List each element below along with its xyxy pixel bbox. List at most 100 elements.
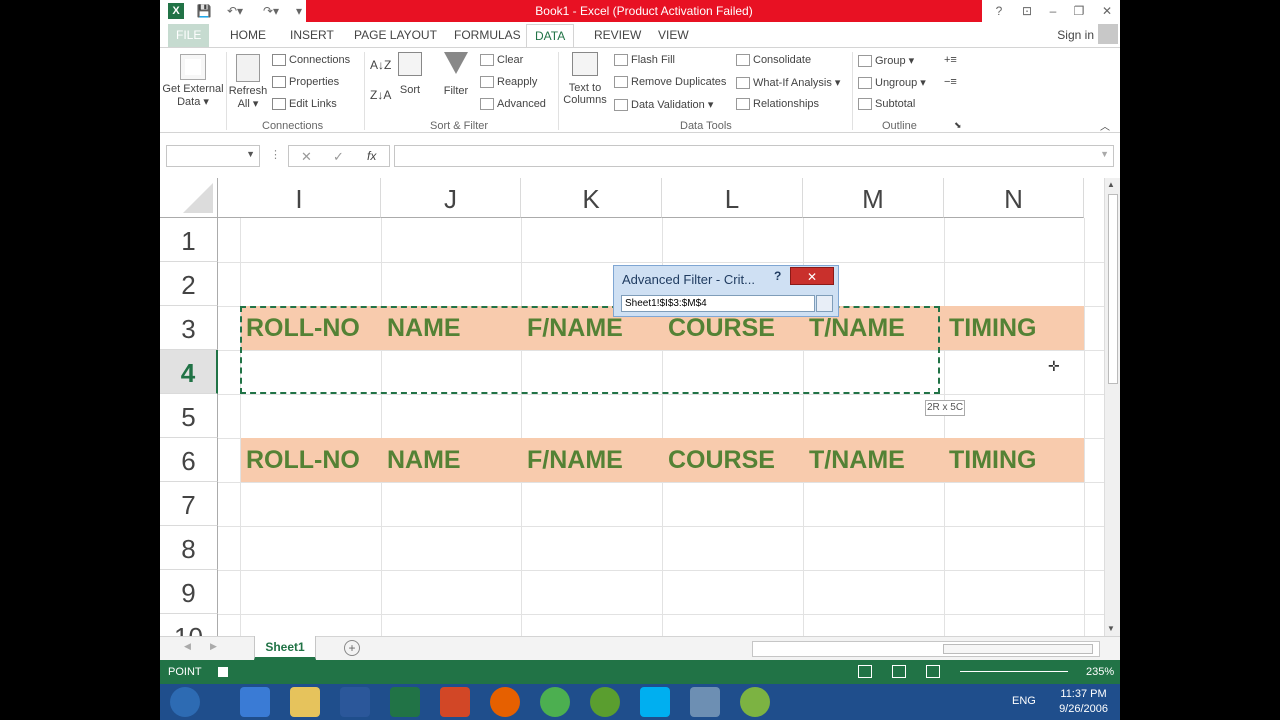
language-indicator[interactable]: ENG <box>1012 695 1036 707</box>
tab-view[interactable]: VIEW <box>650 24 697 48</box>
start-button-icon[interactable] <box>170 687 200 717</box>
edit-links-button[interactable]: Edit Links <box>272 98 337 111</box>
sort-az-icon[interactable]: A↓Z <box>370 58 391 72</box>
control-panel-icon[interactable] <box>690 687 720 717</box>
macro-record-icon[interactable] <box>218 667 228 677</box>
cell-n6[interactable]: TIMING <box>949 438 1037 482</box>
cancel-entry-button[interactable]: ✕ <box>301 149 312 165</box>
properties-button[interactable]: Properties <box>272 76 339 89</box>
show-detail-icon[interactable]: +≡ <box>944 54 957 66</box>
column-header-i[interactable]: I <box>218 178 381 218</box>
sort-za-icon[interactable]: Z↓A <box>370 88 391 102</box>
tab-review[interactable]: REVIEW <box>586 24 649 48</box>
row-header-9[interactable]: 9 <box>160 570 218 614</box>
utorrent-icon[interactable] <box>590 687 620 717</box>
row-header-5[interactable]: 5 <box>160 394 218 438</box>
page-layout-view-icon[interactable] <box>892 665 906 678</box>
column-header-j[interactable]: J <box>381 178 521 218</box>
user-avatar-icon[interactable] <box>1098 24 1118 44</box>
dialog-help-button[interactable]: ? <box>774 269 781 283</box>
what-if-analysis-button[interactable]: What-If Analysis ▾ <box>736 76 840 90</box>
vertical-scrollbar[interactable]: ▲ ▼ <box>1104 178 1120 638</box>
tab-data[interactable]: DATA <box>526 24 575 48</box>
save-icon[interactable]: 💾 <box>196 0 212 22</box>
help-button[interactable]: ? <box>988 0 1010 22</box>
excel-taskbar-icon[interactable] <box>390 687 420 717</box>
subtotal-button[interactable]: Subtotal <box>858 98 915 111</box>
select-all-corner[interactable] <box>160 178 218 218</box>
prev-sheet-icon[interactable]: ◀ <box>184 641 191 652</box>
row-header-4[interactable]: 4 <box>160 350 218 394</box>
get-external-data-button[interactable]: Get External Data ▾ <box>162 50 224 116</box>
restore-button[interactable]: ❐ <box>1068 0 1090 22</box>
dialog-close-button[interactable]: ✕ <box>790 267 834 285</box>
zoom-slider[interactable] <box>960 671 1068 672</box>
filter-button[interactable]: Filter <box>440 52 472 97</box>
ribbon-display-icon[interactable]: ⊡ <box>1016 0 1038 22</box>
powerpoint-icon[interactable] <box>440 687 470 717</box>
name-box[interactable]: ▼ <box>166 145 260 167</box>
row-header-3[interactable]: 3 <box>160 306 218 350</box>
range-picker-icon[interactable] <box>816 295 833 312</box>
chrome-icon[interactable] <box>540 687 570 717</box>
insert-function-button[interactable]: fx <box>367 149 376 163</box>
collapse-ribbon-icon[interactable]: ︿ <box>1100 118 1110 133</box>
row-header-10[interactable]: 10 <box>160 614 218 636</box>
advanced-filter-button[interactable]: Advanced <box>480 98 546 111</box>
cell-l6[interactable]: COURSE <box>668 438 775 482</box>
hide-detail-icon[interactable]: −≡ <box>944 76 957 88</box>
data-validation-button[interactable]: Data Validation ▾ <box>614 98 713 112</box>
scroll-up-icon[interactable]: ▲ <box>1107 180 1115 189</box>
advanced-filter-dialog[interactable]: Advanced Filter - Crit... ? ✕ Sheet1!$I$… <box>613 265 839 317</box>
system-clock[interactable]: 11:37 PM 9/26/2006 <box>1059 687 1108 717</box>
page-break-view-icon[interactable] <box>926 665 940 678</box>
horizontal-scrollbar[interactable] <box>752 641 1100 657</box>
group-button[interactable]: Group ▾ <box>858 54 914 68</box>
consolidate-button[interactable]: Consolidate <box>736 54 811 67</box>
row-header-2[interactable]: 2 <box>160 262 218 306</box>
cell-j6[interactable]: NAME <box>387 438 461 482</box>
column-header-k[interactable]: K <box>521 178 662 218</box>
column-header-n[interactable]: N <box>944 178 1084 218</box>
scroll-down-icon[interactable]: ▼ <box>1107 624 1115 633</box>
refresh-all-button[interactable]: Refresh All ▾ <box>228 50 268 116</box>
chevron-down-icon[interactable]: ▼ <box>246 149 255 159</box>
sheet-tab-sheet1[interactable]: Sheet1 <box>254 636 316 660</box>
tab-file[interactable]: FILE <box>168 24 210 48</box>
scroll-thumb[interactable] <box>1108 194 1118 384</box>
column-header-l[interactable]: L <box>662 178 803 218</box>
cell-m6[interactable]: T/NAME <box>809 438 905 482</box>
clear-filter-button[interactable]: Clear <box>480 54 523 67</box>
tab-formulas[interactable]: FORMULAS <box>446 24 529 48</box>
text-to-columns-button[interactable]: Text to Columns <box>562 52 608 106</box>
file-explorer-icon[interactable] <box>290 687 320 717</box>
cell-i6[interactable]: ROLL-NO <box>246 438 360 482</box>
flash-fill-button[interactable]: Flash Fill <box>614 54 675 67</box>
relationships-button[interactable]: Relationships <box>736 98 819 111</box>
customize-qat-icon[interactable]: ▾ <box>294 0 304 22</box>
zoom-level[interactable]: 235% <box>1086 666 1114 678</box>
row-header-6[interactable]: 6 <box>160 438 218 482</box>
worksheet-grid[interactable]: I J K L M N 1 2 3 4 5 6 7 8 9 10 <box>160 178 1104 636</box>
next-sheet-icon[interactable]: ▶ <box>210 641 217 652</box>
minimize-button[interactable]: – <box>1042 0 1064 22</box>
redo-icon[interactable]: ↷▾ <box>260 0 282 22</box>
sign-in-link[interactable]: Sign in <box>1057 28 1094 42</box>
cell-k6[interactable]: F/NAME <box>527 438 623 482</box>
connections-button[interactable]: Connections <box>272 54 350 67</box>
undo-icon[interactable]: ↶▾ <box>224 0 246 22</box>
close-button[interactable]: ✕ <box>1096 0 1118 22</box>
enter-entry-button[interactable]: ✓ <box>333 149 344 165</box>
internet-explorer-icon[interactable] <box>240 687 270 717</box>
firefox-icon[interactable] <box>490 687 520 717</box>
tab-home[interactable]: HOME <box>222 24 274 48</box>
expand-formula-icon[interactable]: ▼ <box>1100 149 1109 159</box>
sort-button[interactable]: Sort <box>396 52 424 96</box>
remove-duplicates-button[interactable]: Remove Duplicates <box>614 76 726 89</box>
row-header-8[interactable]: 8 <box>160 526 218 570</box>
tab-page-layout[interactable]: PAGE LAYOUT <box>346 24 445 48</box>
column-header-m[interactable]: M <box>803 178 944 218</box>
formula-input[interactable]: ▼ <box>394 145 1114 167</box>
row-header-7[interactable]: 7 <box>160 482 218 526</box>
tab-insert[interactable]: INSERT <box>282 24 342 48</box>
